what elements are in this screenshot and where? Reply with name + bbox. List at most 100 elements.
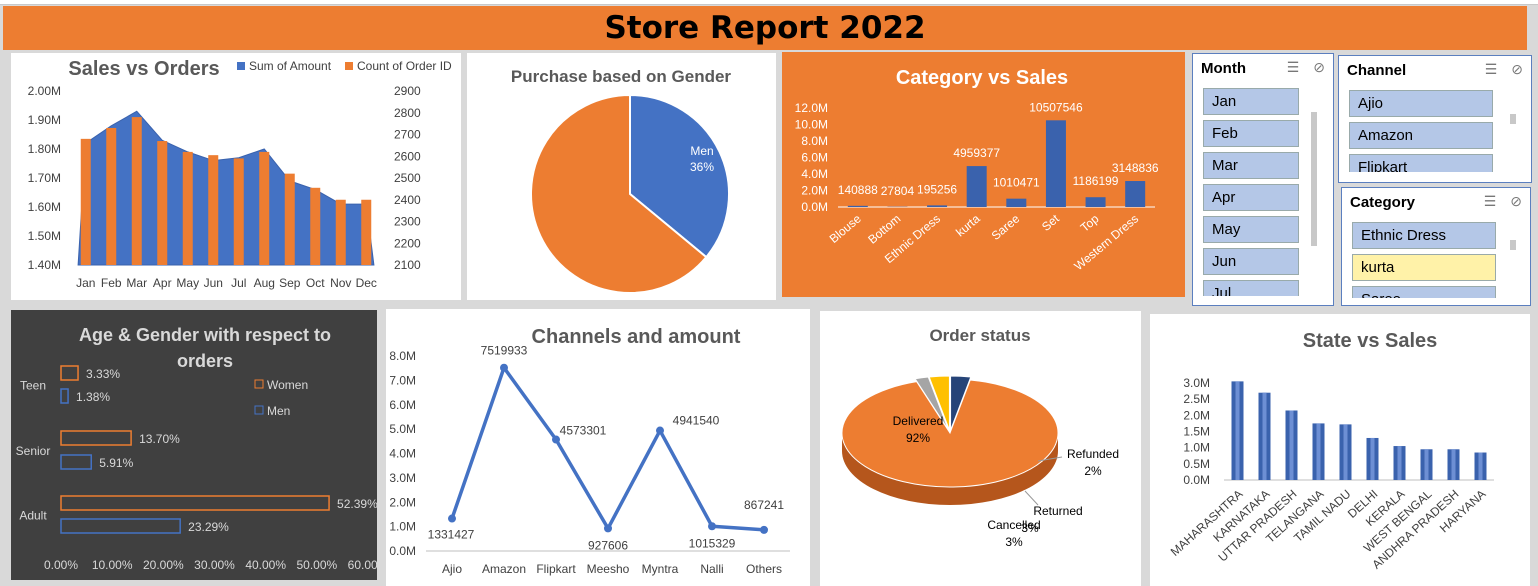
- slicer-item[interactable]: Jun: [1203, 248, 1299, 275]
- x-tick-label: Blouse: [827, 211, 864, 246]
- data-label: 1010471: [993, 176, 1040, 190]
- data-label: 3148836: [1112, 161, 1159, 175]
- month-slicer-title: Month: [1201, 60, 1246, 77]
- channels-amount-panel[interactable]: Channels and amount 0.0M 1.0M 2.0M 3.0M 4.0M 5…: [386, 309, 810, 586]
- leader-line-returned: [1024, 490, 1039, 506]
- y-tick: 2.0M: [801, 184, 828, 198]
- y-tick-right: 2800: [394, 106, 421, 120]
- slicer-item[interactable]: Ajio: [1349, 90, 1493, 117]
- month-slicer-scrollbar[interactable]: [1311, 112, 1317, 246]
- data-label-women: 3.33%: [86, 367, 120, 381]
- bar-state-highlight: [1451, 449, 1456, 480]
- data-label-women: 13.70%: [139, 432, 180, 446]
- bar-state-highlight: [1478, 452, 1483, 480]
- order-status-panel[interactable]: Order status Delivered 92% Cancelled 3% Retur…: [820, 311, 1141, 586]
- x-tick-label: Jun: [204, 276, 223, 290]
- slicer-item[interactable]: kurta: [1352, 254, 1496, 281]
- data-label: 7519933: [481, 344, 528, 358]
- y-tick-right: 2100: [394, 258, 421, 272]
- multi-select-icon[interactable]: ☰: [1484, 193, 1497, 209]
- y-tick: 0.0M: [389, 544, 416, 558]
- state-sales-panel[interactable]: State vs Sales 0.0M 0.5M 1.0M 1.5M 2.0M 2.5M 3.…: [1150, 314, 1530, 586]
- bar-state-highlight: [1289, 410, 1294, 480]
- multi-select-icon[interactable]: ☰: [1485, 61, 1498, 77]
- x-tick-label: Apr: [153, 276, 172, 290]
- y-tick: 8.0M: [389, 349, 416, 363]
- bar-count-of-order-id: [310, 187, 321, 265]
- data-label: 4573301: [560, 424, 607, 438]
- multi-select-icon[interactable]: ☰: [1287, 59, 1300, 75]
- area-sum-of-amount: [77, 110, 375, 266]
- bar-kurta: [966, 166, 987, 207]
- sales-vs-orders-panel[interactable]: Sales vs Orders Sum of Amount Count of Ord…: [11, 53, 461, 300]
- slicer-item[interactable]: Ethnic Dress: [1352, 222, 1496, 249]
- channel-slicer-scrollbar[interactable]: [1510, 114, 1516, 124]
- clear-filter-icon[interactable]: ⊘: [1510, 193, 1522, 209]
- category-slicer-scrollbar[interactable]: [1510, 240, 1516, 250]
- y-tick-right: 2500: [394, 171, 421, 185]
- x-tick-label: Myntra: [642, 562, 679, 576]
- category-sales-panel[interactable]: Category vs Sales 0.0M 2.0M 4.0M 6.0M 8.0M 10.…: [782, 52, 1185, 297]
- bar-men-senior: [60, 454, 92, 470]
- bar-men-adult: [60, 518, 181, 534]
- x-tick-label: Jan: [76, 276, 95, 290]
- x-tick-label: Meesho: [587, 562, 630, 576]
- y-tick: 1.0M: [1183, 441, 1210, 455]
- channel-slicer[interactable]: Channel ☰ ⊘ Ajio Amazon Flipkart: [1338, 55, 1532, 183]
- bar-count-of-order-id: [361, 199, 372, 265]
- bar-count-of-order-id: [157, 141, 168, 265]
- slice-percent-refunded: 2%: [1084, 464, 1102, 478]
- channel-slicer-title: Channel: [1347, 62, 1407, 79]
- bar-top: [1085, 197, 1106, 207]
- data-label: 927606: [588, 538, 628, 552]
- slicer-item[interactable]: Mar: [1203, 152, 1299, 179]
- y-tick: 2.5M: [1183, 392, 1210, 406]
- x-tick-label: Sep: [279, 276, 301, 290]
- x-tick-label: Dec: [356, 276, 377, 290]
- clear-filter-icon[interactable]: ⊘: [1313, 59, 1325, 75]
- y-tick-right: 2300: [394, 215, 421, 229]
- slicer-item[interactable]: Jul: [1203, 280, 1299, 296]
- bar-count-of-order-id: [335, 199, 346, 265]
- y-tick: 7.0M: [389, 373, 416, 387]
- y-tick: 1.0M: [389, 520, 416, 534]
- y-tick: 0.0M: [1183, 473, 1210, 487]
- age-gender-panel[interactable]: Age & Gender with respect to orders Teen 3.…: [11, 310, 377, 580]
- bar-state-highlight: [1262, 392, 1267, 480]
- x-tick-label: Nov: [330, 276, 351, 290]
- y-tick: 3.0M: [389, 471, 416, 485]
- slicer-item[interactable]: Saree: [1352, 286, 1496, 298]
- data-label: 867241: [744, 498, 784, 512]
- category-slicer[interactable]: Category ☰ ⊘ Ethnic Dress kurta Saree: [1341, 187, 1531, 306]
- bar-set: [1045, 120, 1066, 207]
- month-slicer[interactable]: Month ☰ ⊘ Jan Feb Mar Apr May Jun Jul: [1192, 53, 1334, 306]
- slice-percent: 36%: [690, 160, 714, 174]
- slice-label: Men: [690, 144, 713, 158]
- y-tick-left: 2.00M: [28, 84, 61, 98]
- category-slicer-title: Category: [1350, 194, 1416, 211]
- slicer-item[interactable]: Apr: [1203, 184, 1299, 211]
- y-tick-left: 1.80M: [28, 142, 61, 156]
- bar-state-highlight: [1424, 449, 1429, 480]
- spreadsheet-gridlines: [0, 0, 1538, 5]
- slicer-item[interactable]: Flipkart: [1349, 154, 1493, 172]
- y-tick: 0.0M: [801, 200, 828, 214]
- data-label: 1015329: [689, 536, 736, 550]
- slicer-item[interactable]: Feb: [1203, 120, 1299, 147]
- data-label: 140888: [838, 183, 878, 197]
- slicer-item[interactable]: Jan: [1203, 88, 1299, 115]
- data-label: 10507546: [1029, 100, 1083, 114]
- slicer-item[interactable]: Amazon: [1349, 122, 1493, 149]
- slicer-item[interactable]: May: [1203, 216, 1299, 243]
- clear-filter-icon[interactable]: ⊘: [1511, 61, 1523, 77]
- legend-label-orders: Count of Order ID: [357, 59, 452, 73]
- legend-swatch-amount: [237, 62, 245, 70]
- y-tick-right: 2700: [394, 128, 421, 142]
- line-point-amazon: [500, 363, 508, 372]
- x-tick-label: Feb: [101, 276, 122, 290]
- line-point-myntra: [656, 426, 664, 435]
- report-banner: Store Report 2022: [3, 6, 1527, 50]
- slice-label-returned: Returned: [1033, 504, 1082, 518]
- gender-pie-panel[interactable]: Purchase based on Gender Men 36% Women 64%: [467, 53, 776, 300]
- x-tick-label: 60.00%: [348, 558, 377, 572]
